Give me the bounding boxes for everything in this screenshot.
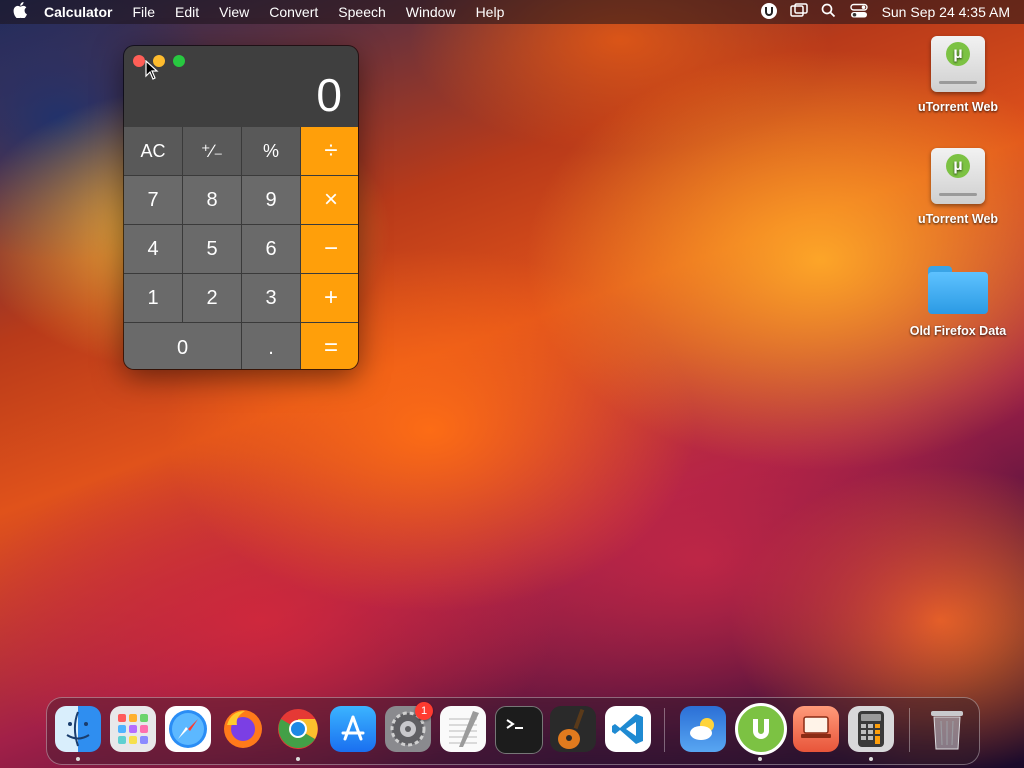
utorrent-icon[interactable] <box>754 2 784 23</box>
textedit-icon[interactable] <box>440 706 486 752</box>
control-center-icon[interactable] <box>844 3 874 22</box>
sign-toggle-button[interactable]: ⁺∕₋ <box>183 127 241 175</box>
close-window-button[interactable] <box>133 55 145 67</box>
window-controls <box>133 55 185 67</box>
digit-4-button[interactable]: 4 <box>124 225 182 273</box>
running-indicator <box>758 757 762 761</box>
menu-app-name[interactable]: Calculator <box>40 4 122 20</box>
garageband-icon[interactable] <box>550 706 596 752</box>
digit-6-button[interactable]: 6 <box>242 225 300 273</box>
mouse-cursor-icon <box>145 60 159 80</box>
chrome-icon[interactable] <box>275 706 321 752</box>
calculator-icon[interactable] <box>848 706 894 752</box>
notification-badge: 1 <box>415 702 433 720</box>
running-indicator <box>296 757 300 761</box>
utorrent-drive-icon: µ <box>931 148 985 204</box>
screen-sharing-icon[interactable] <box>793 706 839 752</box>
safari-icon[interactable] <box>165 706 211 752</box>
digit-0-button[interactable]: 0 <box>124 323 241 369</box>
menu-view[interactable]: View <box>209 4 259 20</box>
menu-file[interactable]: File <box>122 4 165 20</box>
digit-8-button[interactable]: 8 <box>183 176 241 224</box>
calculator-display: 0 <box>316 69 342 121</box>
menu-convert[interactable]: Convert <box>259 4 328 20</box>
digit-2-button[interactable]: 2 <box>183 274 241 322</box>
dock: 1 <box>46 697 980 765</box>
add-button[interactable]: + <box>301 274 358 322</box>
trash-icon[interactable] <box>924 706 970 752</box>
menu-speech[interactable]: Speech <box>328 4 395 20</box>
folder-icon <box>928 266 988 314</box>
percent-button[interactable]: % <box>242 127 300 175</box>
decimal-button[interactable]: . <box>242 323 300 369</box>
desktop-icon-utorrent-web-2[interactable]: µ uTorrent Web <box>903 148 1013 226</box>
terminal-icon[interactable] <box>495 706 543 754</box>
running-indicator <box>869 757 873 761</box>
desktop-icon-utorrent-web-1[interactable]: µ uTorrent Web <box>903 36 1013 114</box>
digit-5-button[interactable]: 5 <box>183 225 241 273</box>
equals-button[interactable]: = <box>301 323 358 369</box>
screen-mirroring-icon[interactable] <box>784 2 814 22</box>
app-store-icon[interactable] <box>330 706 376 752</box>
digit-1-button[interactable]: 1 <box>124 274 182 322</box>
digit-3-button[interactable]: 3 <box>242 274 300 322</box>
calculator-keypad: AC ⁺∕₋ % ÷ 7 8 9 × 4 5 6 − 1 2 3 + 0 . = <box>124 127 358 369</box>
desktop-icon-label: uTorrent Web <box>917 100 999 114</box>
weather-icon[interactable] <box>680 706 726 752</box>
launchpad-icon[interactable] <box>110 706 156 752</box>
menu-bar-clock[interactable]: Sun Sep 24 4:35 AM <box>874 4 1010 20</box>
subtract-button[interactable]: − <box>301 225 358 273</box>
digit-7-button[interactable]: 7 <box>124 176 182 224</box>
desktop-icon-old-firefox-data[interactable]: Old Firefox Data <box>903 260 1013 338</box>
menu-help[interactable]: Help <box>466 4 515 20</box>
divide-button[interactable]: ÷ <box>301 127 358 175</box>
running-indicator <box>76 757 80 761</box>
utorrent-drive-icon: µ <box>931 36 985 92</box>
vscode-icon[interactable] <box>605 706 651 752</box>
multiply-button[interactable]: × <box>301 176 358 224</box>
utorrent-icon[interactable] <box>735 703 787 755</box>
search-icon[interactable] <box>814 3 844 21</box>
desktop-icon-label: uTorrent Web <box>917 212 999 226</box>
calculator-window: 0 AC ⁺∕₋ % ÷ 7 8 9 × 4 5 6 − 1 2 3 + 0 .… <box>124 46 358 369</box>
zoom-window-button[interactable] <box>173 55 185 67</box>
apple-logo-icon[interactable] <box>0 2 40 22</box>
menu-edit[interactable]: Edit <box>165 4 209 20</box>
digit-9-button[interactable]: 9 <box>242 176 300 224</box>
menu-bar: Calculator File Edit View Convert Speech… <box>0 0 1024 24</box>
menu-window[interactable]: Window <box>396 4 466 20</box>
firefox-icon[interactable] <box>220 706 266 752</box>
dock-separator <box>909 708 910 752</box>
dock-separator <box>664 708 665 752</box>
finder-icon[interactable] <box>55 706 101 752</box>
desktop-icon-label: Old Firefox Data <box>909 324 1007 338</box>
clear-button[interactable]: AC <box>124 127 182 175</box>
